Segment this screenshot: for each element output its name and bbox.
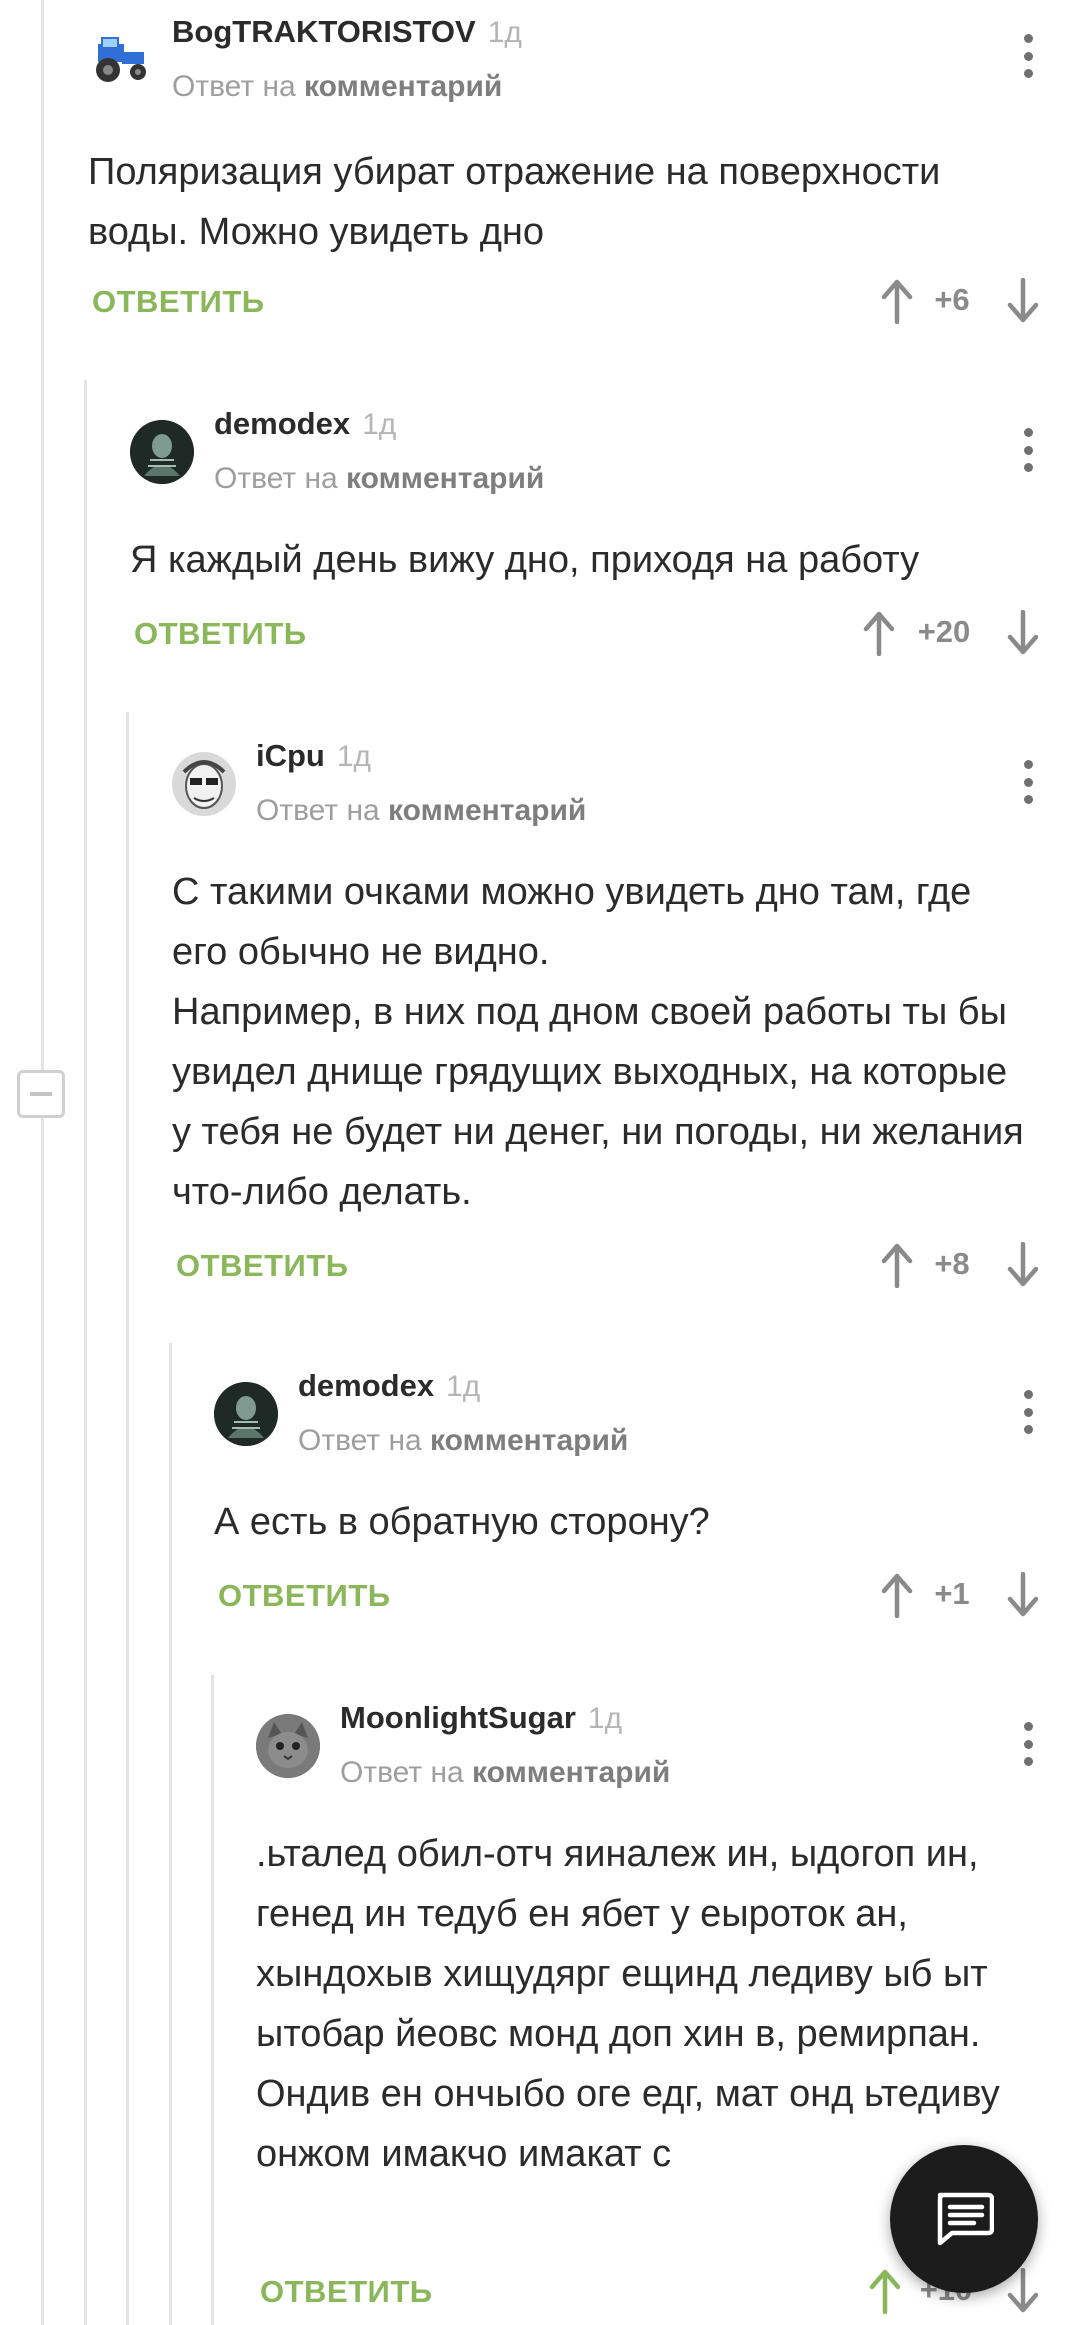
comment-text: С такими очками можно увидеть дно там, г…: [172, 871, 1024, 1213]
author-name[interactable]: BogTRAKTORISTOV: [172, 14, 476, 49]
arrow-down-icon[interactable]: [1006, 1572, 1040, 1618]
more-vertical-icon[interactable]: [1018, 428, 1038, 472]
arrow-up-icon[interactable]: [868, 2268, 902, 2314]
collapse-thread-button[interactable]: [17, 1070, 65, 1118]
arrow-up-icon[interactable]: [880, 1572, 914, 1618]
reply-to-prefix: Ответ на: [340, 1756, 464, 1789]
comment-icon: [937, 2192, 994, 2246]
comment-text: Поляризация убират отражение на поверхно…: [88, 151, 941, 253]
reply-to-link[interactable]: комментарий: [472, 1756, 670, 1789]
reply-to-prefix: Ответ на: [172, 70, 296, 103]
comment-4: demodex 1д Ответ на комментарий А есть в …: [214, 1368, 1048, 1638]
xray-avatar[interactable]: [214, 1382, 278, 1446]
thread-line-level-1: [84, 380, 87, 2325]
reply-to-link[interactable]: комментарий: [388, 794, 586, 827]
arrow-down-icon[interactable]: [1006, 610, 1040, 656]
face-avatar[interactable]: [172, 752, 236, 816]
thread-line-level-4: [211, 1675, 214, 2325]
more-vertical-icon[interactable]: [1018, 34, 1038, 78]
reply-to-link[interactable]: комментарий: [304, 70, 502, 103]
more-vertical-icon[interactable]: [1018, 1390, 1038, 1434]
comment-time: 1д: [336, 740, 372, 773]
reply-to: Ответ на комментарий: [340, 1756, 670, 1790]
vote-controls: +20: [862, 610, 1042, 660]
reply-to-link[interactable]: комментарий: [346, 462, 544, 495]
comment-author[interactable]: demodex 1д: [298, 1368, 480, 1404]
new-comment-fab[interactable]: [890, 2145, 1038, 2293]
more-vertical-icon[interactable]: [1018, 1722, 1038, 1766]
vote-controls: +1: [880, 1572, 1044, 1622]
arrow-up-icon[interactable]: [880, 1242, 914, 1288]
thread-line-level-3: [169, 1343, 172, 2325]
arrow-up-icon[interactable]: [880, 278, 914, 324]
comment-author[interactable]: BogTRAKTORISTOV 1д: [172, 14, 522, 50]
reply-button[interactable]: ОТВЕТИТЬ: [218, 1578, 391, 1614]
vote-controls: +6: [880, 278, 1040, 328]
reply-to: Ответ на комментарий: [298, 1424, 628, 1458]
comment-time: 1д: [487, 16, 522, 49]
author-name[interactable]: demodex: [214, 406, 350, 441]
comment-time: 1д: [446, 1370, 481, 1403]
comment-time: 1д: [362, 408, 397, 441]
arrow-down-icon[interactable]: [1006, 1242, 1040, 1288]
reply-button[interactable]: ОТВЕТИТЬ: [260, 2274, 433, 2310]
score: +1: [934, 1576, 970, 1611]
xray-avatar[interactable]: [130, 420, 194, 484]
reply-to: Ответ на комментарий: [172, 70, 502, 104]
cat-avatar[interactable]: [256, 1714, 320, 1778]
reply-button[interactable]: ОТВЕТИТЬ: [134, 616, 307, 652]
author-name[interactable]: iCpu: [256, 738, 325, 773]
blue-tractor-avatar[interactable]: [88, 26, 152, 90]
reply-button[interactable]: ОТВЕТИТЬ: [176, 1248, 349, 1284]
comment-text: .ьталед обил-отч яиналеж ин, ыдогоп ин, …: [256, 1833, 1000, 2175]
comment-3: iCpu 1д Ответ на комментарий С такими очк…: [172, 738, 1048, 1288]
author-name[interactable]: demodex: [298, 1368, 434, 1403]
author-name[interactable]: MoonlightSugar: [340, 1700, 576, 1735]
score: +6: [934, 282, 970, 317]
comment-author[interactable]: demodex 1д: [214, 406, 396, 442]
comment-1: BogTRAKTORISTOV 1д Ответ на комментарий П…: [88, 0, 1048, 340]
thread-line-level-2: [126, 712, 129, 2325]
vote-controls: +8: [880, 1242, 1044, 1292]
score: +8: [934, 1246, 970, 1281]
comment-text: А есть в обратную сторону?: [214, 1501, 710, 1543]
comment-2: demodex 1д Ответ на комментарий Я каждый …: [130, 406, 1048, 676]
reply-to-prefix: Ответ на: [214, 462, 338, 495]
reply-to: Ответ на комментарий: [214, 462, 544, 496]
arrow-down-icon[interactable]: [1006, 278, 1040, 324]
comment-author[interactable]: MoonlightSugar 1д: [340, 1700, 622, 1736]
comment-author[interactable]: iCpu 1д: [256, 738, 371, 774]
reply-to-prefix: Ответ на: [256, 794, 380, 827]
comment-text: Я каждый день вижу дно, приходя на работ…: [130, 539, 920, 581]
reply-to-link[interactable]: комментарий: [430, 1424, 628, 1457]
arrow-up-icon[interactable]: [862, 610, 896, 656]
reply-to: Ответ на комментарий: [256, 794, 586, 828]
comment-time: 1д: [587, 1702, 623, 1735]
reply-button[interactable]: ОТВЕТИТЬ: [92, 284, 265, 320]
more-vertical-icon[interactable]: [1018, 760, 1038, 804]
reply-to-prefix: Ответ на: [298, 1424, 422, 1457]
score: +20: [917, 614, 971, 649]
thread-line-level-0: [41, 0, 44, 2325]
